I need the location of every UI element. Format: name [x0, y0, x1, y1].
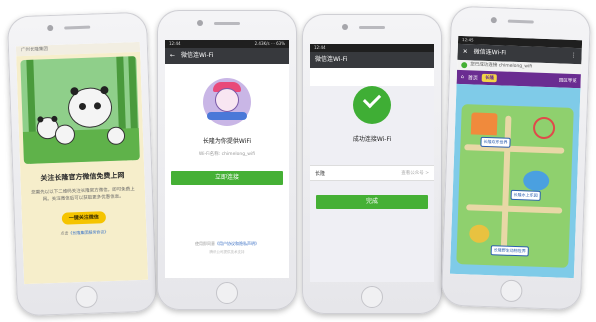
status-time: 12:45	[462, 37, 474, 43]
done-button[interactable]: 完成	[316, 195, 428, 209]
map-sign-2[interactable]: 长隆水上乐园	[510, 189, 541, 201]
privacy-agreement-link[interactable]: 《用户协议和隐私声明》	[215, 241, 259, 246]
connect-screen: 12:44 2.43K/s ⋯ 63% ← 微信连Wi-Fi 长隆为你提供WiF…	[165, 40, 289, 278]
status-indicators: 2.43K/s ⋯ 63%	[254, 41, 285, 46]
connect-footer-note: 腾讯公司提供技术支持	[209, 250, 245, 254]
park-map[interactable]: 长隆欢乐世界 长隆水上乐园 长隆野生动物世界	[449, 83, 581, 279]
connected-check-icon	[461, 62, 468, 69]
mascot-logo-icon	[203, 78, 251, 126]
nav-home-link[interactable]: 首页	[468, 74, 478, 81]
follow-screen: 广州长隆集团 关注长隆官方微信免费上网 您需先以以下二维码关注长隆官方微信，即可…	[15, 41, 149, 285]
connect-footer: 使用即同意《用户协议和隐私声明》	[165, 241, 289, 247]
phone-success: 12:44 微信连Wi-Fi 成功连接Wi-Fi 长隆 查看公众号 > 完成	[302, 14, 442, 314]
official-account-row[interactable]: 长隆 查看公众号 >	[310, 165, 434, 181]
success-bar-title: 微信连Wi-Fi	[310, 52, 434, 68]
phone-park: 12:45 ✕ 微信连Wi-Fi ⋮ 您已成功连接 chimelong_wifi…	[440, 5, 592, 311]
follow-title: 关注长隆官方微信免费上网	[40, 171, 125, 183]
follow-footer-prefix: 点击	[60, 230, 69, 236]
follow-wechat-button[interactable]: 一键关注微信	[61, 211, 107, 225]
camera-icon	[490, 17, 497, 24]
follow-agreement-link[interactable]: 《长隆集团服务协议》	[68, 229, 108, 235]
status-time: 12:44	[169, 41, 181, 46]
panda-large	[67, 86, 113, 129]
connected-notice-text: 您已成功连接 chimelong_wifi	[470, 62, 533, 70]
phone-connect: 12:44 2.43K/s ⋯ 63% ← 微信连Wi-Fi 长隆为你提供WiF…	[157, 10, 297, 310]
speaker-grille	[507, 19, 534, 24]
connect-bar-title: 微信连Wi-Fi	[181, 52, 214, 59]
nav-menu-link[interactable]: 园区导览	[559, 77, 577, 84]
connect-now-button[interactable]: 立即连接	[171, 171, 283, 185]
close-icon[interactable]: ✕	[462, 44, 468, 60]
home-button[interactable]	[216, 282, 238, 304]
map-sign-1[interactable]: 长隆欢乐世界	[480, 136, 511, 148]
panda-photo	[20, 56, 140, 165]
provider-text: 长隆为你提供WiFi	[202, 138, 252, 145]
speaker-grille	[359, 26, 385, 29]
row-label: 长隆	[315, 170, 326, 177]
success-title: 成功连接Wi-Fi	[352, 136, 392, 143]
home-button[interactable]	[361, 286, 383, 308]
success-screen: 12:44 微信连Wi-Fi 成功连接Wi-Fi 长隆 查看公众号 > 完成	[310, 44, 434, 282]
phone-follow: 广州长隆集团 关注长隆官方微信免费上网 您需先以以下二维码关注长隆官方微信，即可…	[6, 11, 158, 317]
connect-footer-prefix: 使用即同意	[195, 241, 215, 246]
camera-icon	[47, 24, 54, 32]
status-bar: 12:44	[310, 44, 434, 52]
camera-icon	[342, 24, 348, 30]
follow-description: 您需先以以下二维码关注长隆官方微信，即可免费上网。关注微信后可以获取更多优惠信息…	[31, 187, 135, 203]
park-bar-title: 微信连Wi-Fi	[473, 48, 507, 57]
status-bar: 12:44 2.43K/s ⋯ 63%	[165, 40, 289, 48]
more-menu-icon[interactable]: ⋮	[570, 48, 577, 64]
speaker-grille	[64, 25, 91, 30]
view-account-link[interactable]: 查看公众号 >	[401, 170, 429, 176]
success-check-icon	[353, 86, 391, 124]
castle-attraction[interactable]	[470, 112, 498, 136]
title-bar: ← 微信连Wi-Fi	[165, 48, 289, 64]
ssid-text: Wi-Fi名称: chimelong_wifi	[198, 152, 256, 157]
home-icon[interactable]: ⌂	[461, 74, 464, 80]
follow-footer: 点击《长隆集团服务协议》	[26, 228, 142, 238]
home-button[interactable]	[499, 279, 523, 303]
camera-icon	[197, 20, 203, 26]
park-screen: 12:45 ✕ 微信连Wi-Fi ⋮ 您已成功连接 chimelong_wifi…	[449, 35, 583, 279]
status-time: 12:44	[314, 45, 326, 50]
park-logo: 长隆	[481, 73, 498, 83]
speaker-grille	[214, 22, 240, 25]
back-arrow-icon[interactable]: ←	[170, 48, 175, 64]
map-sign-3[interactable]: 长隆野生动物世界	[490, 245, 529, 257]
home-button[interactable]	[75, 285, 99, 309]
